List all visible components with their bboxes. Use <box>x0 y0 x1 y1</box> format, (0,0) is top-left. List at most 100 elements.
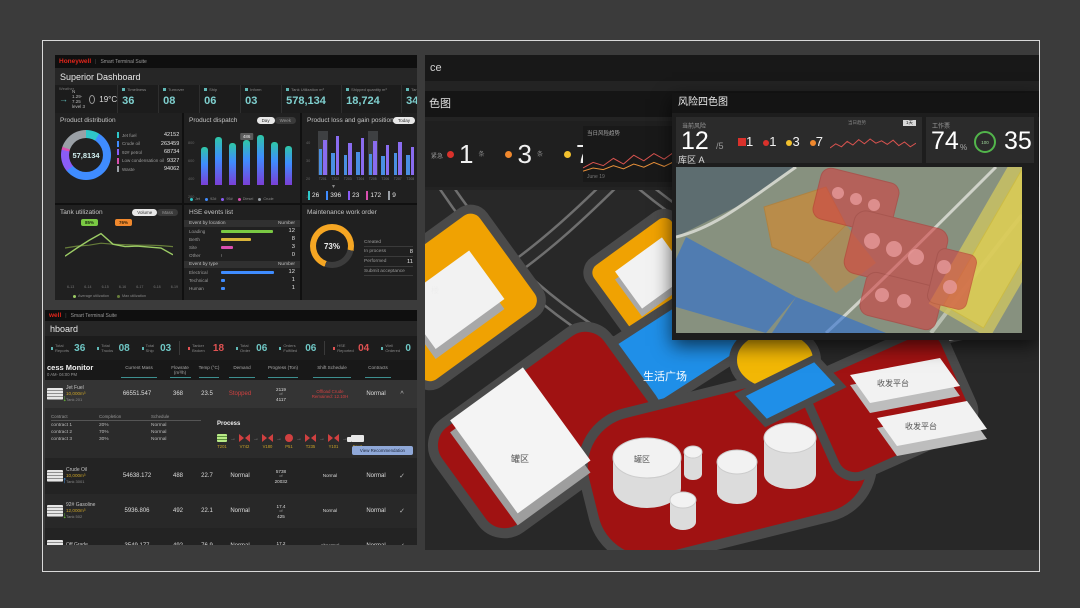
utilization-toggle[interactable]: Volume Mass <box>132 209 178 216</box>
dispatch-bar <box>254 131 268 185</box>
kpi-tiles: Timeliness36Turnover08Ship06Inform03Tank… <box>118 85 417 113</box>
process-node-P51[interactable]: P51 <box>285 434 293 449</box>
table-row[interactable]: ↑Crude Oil10,000m³Tank 300154638.1724882… <box>45 458 417 494</box>
kpi-tile: Tank Ullage m³348,6 <box>402 85 417 113</box>
chart-grid: Product distribution 57,8134 Jet fuel421… <box>55 113 417 300</box>
kpi-tile: Shipped quantity m³18,724 <box>342 85 402 113</box>
wind-line1: N 1.29- 7.25 <box>72 89 85 104</box>
kpi-tile: Turnover08 <box>159 85 200 113</box>
hse-row: Other0 <box>184 251 300 259</box>
dispatch-toggle[interactable]: Day Week <box>257 117 296 124</box>
row-expander[interactable]: ✓ <box>395 507 409 515</box>
process-node-V180[interactable]: V180 <box>262 434 273 449</box>
process-node-Y101[interactable]: Y101 <box>328 434 339 449</box>
dispatch-bar: 486 <box>240 131 254 185</box>
loss-stat: 23 <box>348 191 359 200</box>
risk-marker: 7 <box>810 133 829 151</box>
trend-range-toggle[interactable]: 1天 <box>903 120 916 126</box>
dispatch-bar <box>226 131 240 185</box>
row-expander[interactable]: ✓ <box>395 542 409 545</box>
table-row[interactable]: ↓92# Gasoline12,000m³Tank 5025936.806492… <box>45 494 417 528</box>
expanded-detail: ContractCompletionSchedulecontract 120%N… <box>45 408 417 458</box>
tank-icon: ↑ <box>47 540 63 545</box>
loss-range-button[interactable]: Today <box>393 117 415 124</box>
panel-title: HSE events list <box>184 205 300 218</box>
process-node-T201[interactable]: T201 <box>217 434 227 449</box>
maintenance-row: Submit acceptance <box>364 267 413 276</box>
row-expander[interactable]: ✓ <box>395 472 409 480</box>
valve-icon <box>262 434 273 442</box>
loss-y-axis: 403020100 <box>306 131 310 175</box>
column-header: Demand <box>223 365 261 375</box>
y-tick: 600 <box>188 149 194 167</box>
panel-product-loss: Product loss and gain position Today 403… <box>302 113 417 203</box>
loss-button[interactable]: Today <box>393 117 415 124</box>
bar-tooltip: 486 <box>240 133 254 140</box>
temperature-value: 19°C <box>99 95 117 104</box>
x-tick: 6-14 <box>84 275 91 293</box>
weather-label: Weather <box>59 86 74 91</box>
life-plaza-label: 生活广场 <box>643 369 687 383</box>
legend-item: Crude <box>258 197 273 201</box>
brand-logo: well <box>49 312 61 319</box>
tank-area-building-label: 罐区 <box>511 453 529 464</box>
x-tick: 6-19 <box>171 275 178 293</box>
wind-line2: level 3 <box>72 104 85 109</box>
trend-x-label: June 19 <box>587 174 605 180</box>
valve-icon <box>305 434 316 442</box>
row-expander[interactable]: ^ <box>395 391 409 398</box>
kpi-divider <box>324 341 325 355</box>
column-header: Contracts <box>359 365 397 375</box>
maintenance-row: In process8 <box>364 247 413 257</box>
weather-block: Weather → N 1.29- 7.25 level 3 19°C <box>55 85 118 113</box>
loss-caret-icon[interactable]: ▾ <box>332 183 335 190</box>
column-header: Temp (°C) <box>195 365 223 375</box>
hse-row: Human1 <box>184 284 300 292</box>
brand-logo: Honeywell <box>59 58 91 65</box>
kpi-strip: Total Reports36Total Trucks08Total Ship0… <box>45 336 417 360</box>
monitor-title: cess Monitor <box>47 363 113 372</box>
toggle-on[interactable]: Volume <box>132 209 157 216</box>
loss-bar-pair: T201 <box>318 131 328 175</box>
pump-icon <box>285 434 293 442</box>
y-tick: 400 <box>188 167 194 185</box>
kpi-item: Total Reports36 <box>45 343 91 354</box>
distribution-legend: Jet fuel42152Crude oil26345992# petrol68… <box>117 132 179 180</box>
tank-table-rows: ↓Jet Fuel10,000m³Tank 20166551.54736823.… <box>45 380 417 545</box>
toggle-off[interactable]: Mass <box>157 209 178 216</box>
process-node-V742[interactable]: V742 <box>239 434 250 449</box>
table-row[interactable]: ↓Jet Fuel10,000m³Tank 20166551.54736823.… <box>45 380 417 408</box>
column-header: Shift Schedule <box>305 365 359 375</box>
panel-title: Maintenance work order <box>302 205 417 218</box>
legend-item: Waste94062 <box>117 166 179 172</box>
recommendation-button[interactable]: View Recommendation <box>352 446 413 455</box>
satellite-risk-map[interactable] <box>676 167 1022 333</box>
loss-stat: 26 <box>308 191 319 200</box>
work-ticket-card: 工作票 74 % 100 35 <box>926 117 1034 163</box>
superior-dashboard: Honeywell | Smart Terminal Suite Superio… <box>55 55 417 300</box>
table-row[interactable]: ↑Off Grade3549.17749276.9Normal17.2ofAbn… <box>45 528 417 545</box>
process-node-T235[interactable]: T235 <box>305 434 316 449</box>
contract-subtable: ContractCompletionSchedulecontract 120%N… <box>51 414 201 442</box>
risk-marker: 1 <box>738 133 759 151</box>
utilization-badge-orange: 76% <box>115 219 132 226</box>
toggle-on[interactable]: Day <box>257 117 275 124</box>
alert-label: 紧急 <box>431 151 443 160</box>
utilization-x-axis: 6-136-146-156-166-176-186-19 <box>67 275 178 293</box>
risk-count-suffix: /5 <box>716 141 724 151</box>
toggle-off[interactable]: Week <box>275 117 296 124</box>
percent-unit: % <box>960 143 967 152</box>
utilization-line-chart <box>65 225 173 273</box>
kpi-bar: Weather → N 1.29- 7.25 level 3 19°C Time… <box>55 85 417 113</box>
process-flow: ProcessT201→V742→V180→P51→T235→Y101→Ray2 <box>217 412 413 449</box>
hse-row: Site3 <box>184 243 300 251</box>
work-ticket-count: 35 <box>1004 127 1032 156</box>
dashboard-title: Superior Dashboard <box>55 68 417 85</box>
site-dashboard: ce 色图 紧急 1条3条7条 当日风险趋势 June 19 <box>425 55 1039 550</box>
brand-separator: | <box>65 313 66 319</box>
dispatch-bar <box>197 131 211 185</box>
alert-count: 1条 <box>447 139 498 170</box>
mini-trend-chart <box>830 127 916 157</box>
mini-trend-title: 当日趋势 <box>848 120 866 126</box>
kpi-tile: Tank Utilization m³578,134 <box>282 85 342 113</box>
